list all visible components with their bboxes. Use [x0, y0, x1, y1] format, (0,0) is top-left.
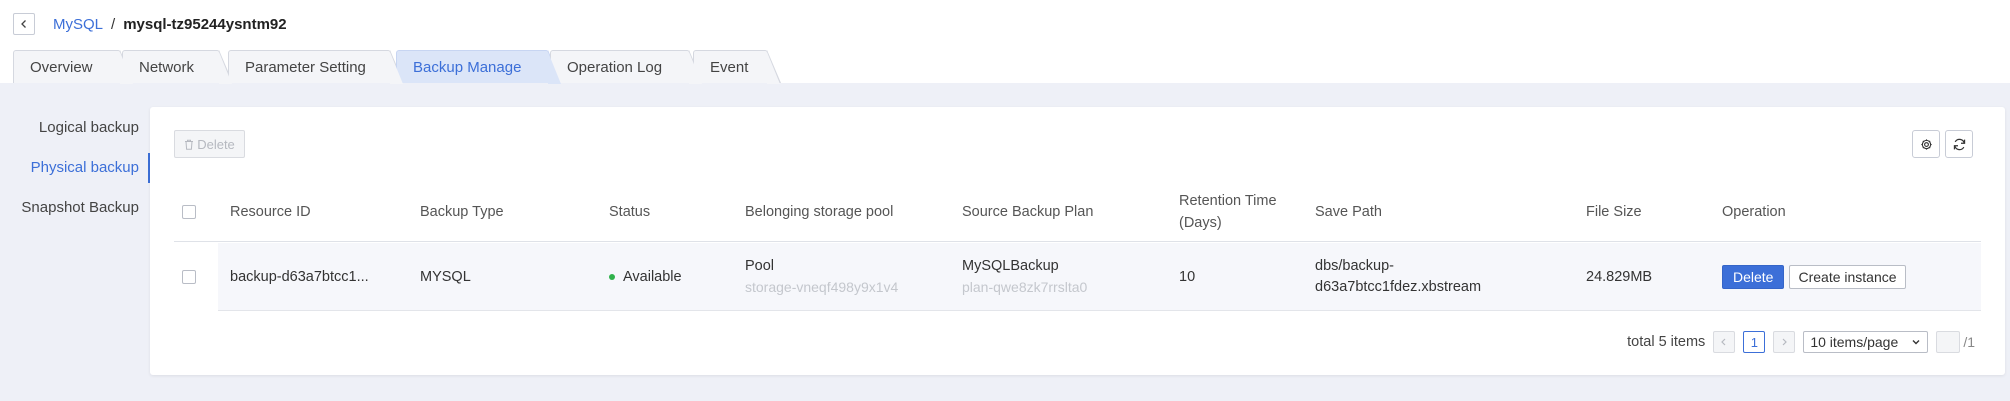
save-path-line2: d63a7btcc1fdez.xbstream [1315, 279, 1482, 295]
file-size-text: 24.829MB [1586, 268, 1653, 285]
cell-backup-type: MYSQL [420, 243, 471, 311]
col-file-size: File Size [1586, 204, 1642, 220]
pool-name-text: Pool [745, 258, 775, 274]
side-item-label: Physical backup [30, 158, 139, 176]
row-delete-button[interactable]: Delete [1722, 265, 1785, 289]
pool-id-text: storage-vneqf498y9x1v4 [745, 279, 899, 295]
back-button[interactable] [13, 13, 35, 35]
table-header: Resource ID Backup Type Status Belonging… [174, 182, 1981, 242]
chevron-down-icon [1912, 340, 1920, 345]
backup-type-text: MYSQL [420, 268, 471, 285]
refresh-icon [1953, 138, 1965, 150]
cell-backup-plan: MySQLBackup plan-qwe8zk7rrslta0 [962, 243, 1087, 311]
cell-save-path: dbs/backup- d63a7btcc1fdez.xbstream [1315, 243, 1481, 311]
gear-icon [1920, 138, 1932, 150]
prev-page-button[interactable] [1713, 331, 1736, 353]
tab-overview[interactable]: Overview [13, 50, 134, 84]
settings-button[interactable] [1912, 130, 1940, 158]
breadcrumb: MySQL / mysql-tz95244ysntm92 [53, 14, 287, 34]
pagination: total 5 items 1 10 items/page /1 [1627, 329, 1975, 355]
trash-icon [185, 139, 194, 150]
tab-label: Operation Log [567, 58, 663, 76]
bulk-delete-label: Delete [197, 136, 235, 152]
side-item-label: Snapshot Backup [21, 198, 139, 216]
col-retention-label: Retention Time [1179, 193, 1277, 209]
resource-id-text: backup-d63a7btcc1... [230, 268, 369, 285]
col-storage-pool: Belonging storage pool [745, 204, 894, 220]
row-select-cell [174, 243, 204, 311]
side-item-logical-backup[interactable]: Logical backup [0, 107, 150, 147]
col-operation: Operation [1722, 204, 1786, 220]
create-instance-button[interactable]: Create instance [1789, 265, 1906, 289]
tab-label: Event [710, 58, 749, 76]
tab-event[interactable]: Event [693, 50, 781, 84]
header-select-cell [174, 182, 204, 242]
page-size-value: 10 items/page [1810, 334, 1899, 350]
page-jump-input[interactable] [1936, 331, 1961, 353]
tab-label: Network [139, 58, 195, 76]
breadcrumb-mysql-link[interactable]: MySQL [53, 16, 103, 33]
tab-network[interactable]: Network [122, 50, 233, 84]
page-header: MySQL / mysql-tz95244ysntm92 Overview Ne… [0, 0, 2010, 84]
side-item-physical-backup[interactable]: Physical backup [0, 147, 150, 187]
cell-status: Available [609, 243, 682, 311]
cell-file-size: 24.829MB [1586, 243, 1652, 311]
refresh-button[interactable] [1945, 130, 1973, 158]
tab-label: Backup Manage [413, 58, 522, 76]
tab-label: Parameter Setting [245, 58, 366, 76]
retention-text: 10 [1179, 268, 1196, 285]
col-retention-unit: (Days) [1179, 215, 1222, 231]
col-backup-type: Backup Type [420, 204, 504, 220]
tab-label: Overview [30, 58, 93, 76]
page-number-button[interactable]: 1 [1743, 331, 1766, 353]
tab-operation-log[interactable]: Operation Log [550, 50, 703, 84]
col-resource-id: Resource ID [230, 204, 311, 220]
col-save-path: Save Path [1315, 204, 1382, 220]
status-text: Available [623, 268, 682, 285]
next-page-button[interactable] [1773, 331, 1796, 353]
breadcrumb-current-instance: mysql-tz95244ysntm92 [123, 15, 287, 33]
side-item-label: Logical backup [38, 118, 139, 136]
total-pages-text: /1 [1963, 334, 1975, 350]
page-size-select[interactable]: 10 items/page [1803, 331, 1929, 353]
breadcrumb-separator: / [111, 15, 116, 33]
pagination-total: total 5 items [1627, 334, 1706, 350]
col-retention-time: Retention Time (Days) [1179, 182, 1277, 242]
table-row: backup-d63a7btcc1... MYSQL Available Poo… [218, 243, 1981, 311]
col-source-backup-plan: Source Backup Plan [962, 204, 1094, 220]
chevron-right-icon [1782, 338, 1788, 346]
plan-id-text: plan-qwe8zk7rrslta0 [962, 279, 1088, 295]
status-dot-icon [609, 274, 615, 280]
col-status: Status [609, 204, 651, 220]
tab-parameter-setting[interactable]: Parameter Setting [228, 50, 404, 84]
tab-backup-manage[interactable]: Backup Manage [396, 50, 562, 84]
cell-resource-id[interactable]: backup-d63a7btcc1... [230, 243, 369, 311]
backup-list-card: Delete Resource ID Backup Type Status Be… [150, 107, 2005, 375]
chevron-left-icon [1721, 338, 1726, 346]
cell-retention: 10 [1179, 243, 1195, 311]
cell-operation: Delete Create instance [1722, 243, 1906, 311]
bulk-delete-button[interactable]: Delete [174, 130, 245, 158]
chevron-left-icon [21, 20, 26, 28]
select-all-checkbox[interactable] [182, 205, 196, 219]
plan-name-text: MySQLBackup [962, 258, 1059, 274]
side-item-snapshot-backup[interactable]: Snapshot Backup [0, 187, 150, 227]
cell-storage-pool: Pool storage-vneqf498y9x1v4 [745, 243, 898, 311]
save-path-line1: dbs/backup- [1315, 258, 1394, 274]
backup-side-nav: Logical backup Physical backup Snapshot … [0, 107, 150, 227]
row-checkbox[interactable] [182, 270, 196, 284]
